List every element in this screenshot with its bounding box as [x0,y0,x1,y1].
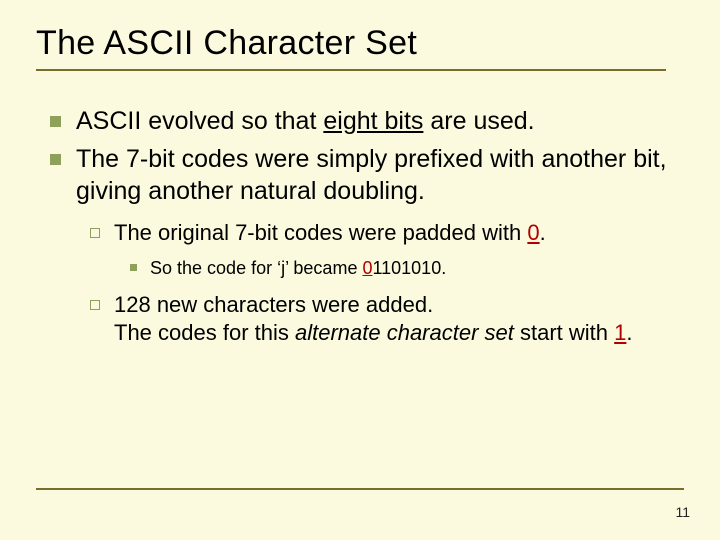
text: 128 new characters were added. [114,292,433,317]
page-number: 11 [675,504,690,520]
emphasis-underline: eight bits [323,107,423,135]
text: . [626,320,632,345]
emphasis-red-underline: 1 [614,320,626,345]
bullet-list-level1: ASCII evolved so that eight bits are use… [42,105,684,347]
bullet-item: ASCII evolved so that eight bits are use… [42,105,684,137]
bullet-item: 128 new characters were added. The codes… [84,291,684,347]
text: The 7-bit codes were simply prefixed wit… [76,145,667,205]
text: The codes for this [114,320,295,345]
bullet-item: The original 7-bit codes were padded wit… [84,219,684,281]
bullet-item: The 7-bit codes were simply prefixed wit… [42,143,684,347]
slide-title: The ASCII Character Set [36,24,684,63]
emphasis-red-underline: 0 [362,258,372,278]
text: 1101010. [372,258,446,278]
text: . [540,220,546,245]
emphasis-red-underline: 0 [527,220,539,245]
bullet-list-level3: So the code for ‘j’ became 01101010. [124,257,684,280]
text: So the code for ‘j’ became [150,258,362,278]
bullet-item: So the code for ‘j’ became 01101010. [124,257,684,280]
text: ASCII evolved so that [76,107,323,135]
title-divider [36,69,666,71]
emphasis-italic: alternate character set [295,320,514,345]
text: are used. [423,107,534,135]
bullet-list-level2: The original 7-bit codes were padded wit… [84,219,684,347]
text: The original 7-bit codes were padded wit… [114,220,527,245]
text: start with [514,320,614,345]
footer-divider [36,488,684,490]
slide: The ASCII Character Set ASCII evolved so… [0,0,720,540]
